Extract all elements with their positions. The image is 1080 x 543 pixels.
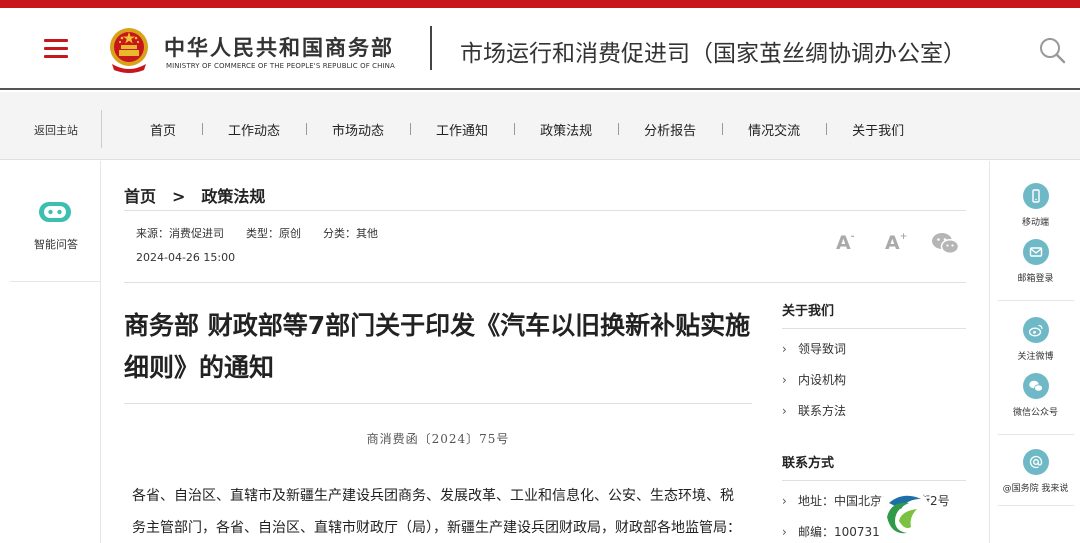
article-body: 各省、自治区、直辖市及新疆生产建设兵团商务、发展改革、工业和信息化、公安、生态环… <box>132 488 741 536</box>
meta-source: 来源：消费促进司 <box>136 227 224 240</box>
smart-qa-label[interactable]: 智能问答 <box>34 236 78 252</box>
menu-icon[interactable] <box>44 39 68 59</box>
left-divider <box>10 281 100 282</box>
nav-item-reports[interactable]: 分析报告 <box>618 120 722 139</box>
right-sidebar: 移动端 邮箱登录 关注微博 微信公众号 @国务院 我来说 <box>989 161 1080 543</box>
chevron-right-icon: › <box>782 525 787 539</box>
article-sidebar: 关于我们 › 领导致词 › 内设机构 › 联系方法 联系方式 › 地址：中国北京东长安街… <box>782 300 966 543</box>
wechat-account-link[interactable]: 微信公众号 <box>990 373 1080 418</box>
meta-category: 分类：其他 <box>323 227 378 240</box>
nav-item-home[interactable]: 首页 <box>124 120 202 139</box>
font-letter: A <box>885 232 900 254</box>
weibo-label: 关注微博 <box>1017 352 1054 362</box>
link-label: 内设机构 <box>798 373 847 387</box>
about-us-list: › 领导致词 › 内设机构 › 联系方法 <box>782 339 966 432</box>
mobile-icon <box>1022 183 1049 209</box>
document-number: 商消费函〔2024〕75号 <box>366 432 510 446</box>
breadcrumb: 首页 > 政策法规 <box>124 183 265 207</box>
font-increase-button[interactable]: A+ <box>885 232 907 254</box>
chevron-right-icon: › <box>782 494 787 508</box>
mail-login-label: 邮箱登录 <box>1017 274 1054 284</box>
contact-postcode: › 邮编：100731 <box>782 522 966 543</box>
search-icon[interactable] <box>1038 36 1066 64</box>
link-label: 领导致词 <box>798 342 847 356</box>
breadcrumb-divider <box>124 210 966 211</box>
weibo-link[interactable]: 关注微博 <box>990 317 1080 362</box>
contact-title: 联系方式 <box>782 452 966 481</box>
right-divider <box>998 300 1074 301</box>
department-title: 市场运行和消费促进司（国家茧丝绸协调办公室） <box>460 41 966 67</box>
weibo-icon <box>1022 317 1049 343</box>
contact-address: › 地址：中国北京东长安街2号 <box>782 491 966 522</box>
about-us-title: 关于我们 <box>782 300 966 329</box>
at-icon <box>1022 449 1049 475</box>
breadcrumb-separator: > <box>172 187 186 206</box>
mail-login-link[interactable]: 邮箱登录 <box>990 239 1080 284</box>
site-header: 中华人民共和国商务部 MINISTRY OF COMMERCE OF THE P… <box>0 8 1080 90</box>
nav-item-work-notices[interactable]: 工作通知 <box>410 120 514 139</box>
contact-list: › 地址：中国北京东长安街2号 › 邮编：100731 <box>782 491 966 543</box>
chevron-right-icon: › <box>782 342 787 356</box>
left-sidebar: 智能问答 <box>0 161 101 543</box>
floating-logo-icon[interactable] <box>877 487 931 541</box>
right-divider <box>998 434 1074 435</box>
mobile-label: 移动端 <box>1021 218 1049 228</box>
mobile-link[interactable]: 移动端 <box>990 183 1080 228</box>
main-nav: 返回主站 首页 工作动态 市场动态 工作通知 政策法规 分析报告 情况交流 关于… <box>0 92 1080 160</box>
meta-date: 2024-04-26 15:00 <box>136 251 236 264</box>
meta-divider <box>124 282 966 283</box>
title-divider <box>124 403 752 404</box>
minus-sign: - <box>850 232 855 242</box>
nav-items: 首页 工作动态 市场动态 工作通知 政策法规 分析报告 情况交流 关于我们 <box>124 120 930 139</box>
national-emblem-icon[interactable] <box>106 26 152 74</box>
chevron-right-icon: › <box>782 373 787 387</box>
wechat-share-icon[interactable] <box>931 232 959 254</box>
article-title: 商务部 财政部等7部门关于印发《汽车以旧换新补贴实施细则》的通知 <box>124 311 751 382</box>
robot-assistant-icon[interactable] <box>37 199 73 225</box>
article-meta: 来源：消费促进司 类型：原创 分类：其他 2024-04-26 15:00 <box>136 225 400 264</box>
plus-sign: + <box>899 232 908 242</box>
top-red-bar <box>0 0 1080 8</box>
back-to-main-site-link[interactable]: 返回主站 <box>34 122 78 138</box>
nav-item-work-news[interactable]: 工作动态 <box>202 120 306 139</box>
nav-item-exchange[interactable]: 情况交流 <box>722 120 826 139</box>
postcode-text: 邮编：100731 <box>798 525 880 539</box>
breadcrumb-home[interactable]: 首页 <box>124 187 156 206</box>
state-council-feedback-link[interactable]: @国务院 我来说 <box>990 449 1080 494</box>
nav-divider <box>101 110 102 148</box>
wechat-account-label: 微信公众号 <box>1012 408 1058 418</box>
font-decrease-button[interactable]: A- <box>836 232 854 254</box>
sidebar-link-contact-method[interactable]: › 联系方法 <box>782 401 966 432</box>
meta-type: 类型：原创 <box>246 227 301 240</box>
state-council-feedback-label: @国务院 我来说 <box>1002 484 1069 494</box>
nav-item-policies[interactable]: 政策法规 <box>514 120 618 139</box>
sidebar-link-departments[interactable]: › 内设机构 <box>782 370 966 401</box>
header-divider <box>430 26 432 70</box>
sidebar-link-leader-message[interactable]: › 领导致词 <box>782 339 966 370</box>
ministry-name-en: MINISTRY OF COMMERCE OF THE PEOPLE'S REP… <box>166 62 395 70</box>
chevron-right-icon: › <box>782 404 787 418</box>
font-letter: A <box>836 232 851 254</box>
nav-item-market-news[interactable]: 市场动态 <box>306 120 410 139</box>
ministry-name-cn[interactable]: 中华人民共和国商务部 <box>164 32 394 62</box>
breadcrumb-current[interactable]: 政策法规 <box>201 187 265 206</box>
link-label: 联系方法 <box>798 404 847 418</box>
wechat-icon <box>1022 373 1049 399</box>
right-divider <box>998 505 1074 506</box>
nav-item-about[interactable]: 关于我们 <box>826 120 930 139</box>
mail-icon <box>1022 239 1049 265</box>
